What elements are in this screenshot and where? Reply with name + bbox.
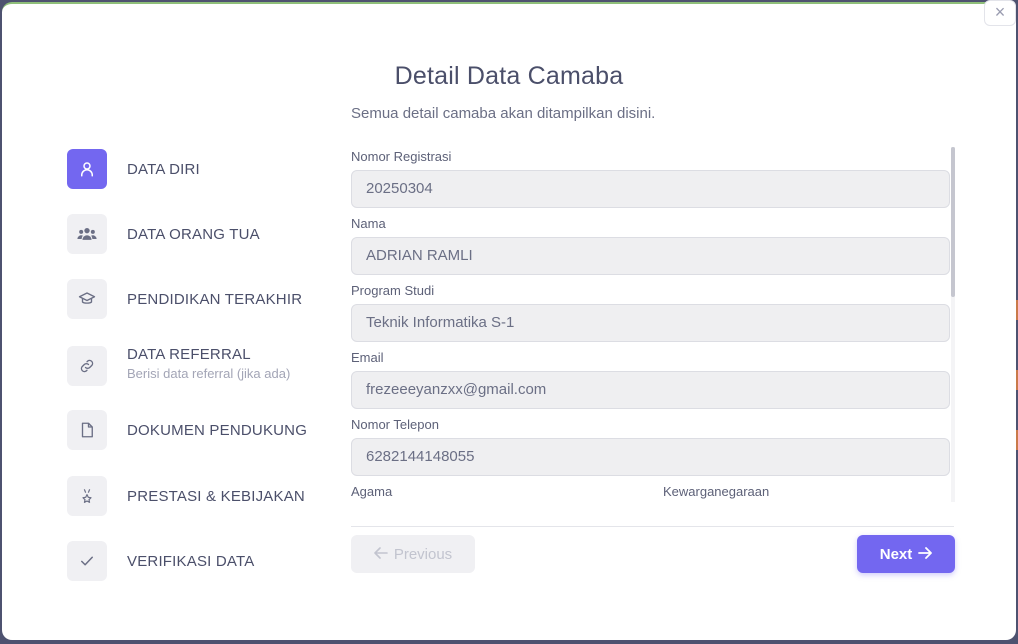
file-icon [67, 410, 107, 450]
link-icon [67, 346, 107, 386]
step-verifikasi-data[interactable]: VERIFIKASI DATA [67, 541, 254, 581]
nomor-telepon-field[interactable]: 6282144148055 [351, 438, 950, 476]
program-studi-label: Program Studi [351, 283, 435, 298]
nomor-registrasi-field[interactable]: 20250304 [351, 170, 950, 208]
close-icon[interactable]: × [984, 0, 1016, 26]
modal-subtitle: Semua detail camaba akan ditampilkan dis… [351, 105, 656, 122]
step-label: DATA DIRI [127, 160, 200, 178]
step-data-diri[interactable]: DATA DIRI [67, 149, 200, 189]
step-label: PRESTASI & KEBIJAKAN [127, 487, 305, 505]
graduation-cap-icon [67, 279, 107, 319]
agama-label: Agama [351, 484, 393, 499]
check-icon [67, 541, 107, 581]
program-studi-field[interactable]: Teknik Informatika S-1 [351, 304, 950, 342]
step-pendidikan-terakhir[interactable]: PENDIDIKAN TERAKHIR [67, 279, 302, 319]
nomor-telepon-label: Nomor Telepon [351, 417, 439, 432]
user-icon [67, 149, 107, 189]
next-button[interactable]: Next [857, 535, 955, 573]
scrollbar-thumb[interactable] [951, 147, 955, 297]
step-data-orang-tua[interactable]: DATA ORANG TUA [67, 214, 260, 254]
email-field[interactable]: frezeeeyanzxx@gmail.com [351, 371, 950, 409]
form-divider [351, 526, 954, 527]
kewarganegaraan-label: Kewarganegaraan [663, 484, 770, 499]
detail-form[interactable]: Nomor Registrasi 20250304 Nama ADRIAN RA… [351, 144, 958, 502]
step-dokumen-pendukung[interactable]: DOKUMEN PENDUKUNG [67, 410, 307, 450]
step-label: DATA ORANG TUA [127, 225, 260, 243]
previous-label: Previous [393, 545, 453, 563]
previous-button[interactable]: Previous [351, 535, 475, 573]
step-prestasi-kebijakan[interactable]: PRESTASI & KEBIJAKAN [67, 476, 305, 516]
nama-field[interactable]: ADRIAN RAMLI [351, 237, 950, 275]
step-label: DATA REFERRAL [127, 345, 251, 363]
email-label: Email [351, 350, 384, 365]
step-sublabel: Berisi data referral (jika ada) [127, 365, 291, 381]
nomor-registrasi-label: Nomor Registrasi [351, 149, 452, 164]
step-label: VERIFIKASI DATA [127, 552, 255, 570]
form-scrollbar[interactable] [951, 147, 955, 502]
step-label: DOKUMEN PENDUKUNG [127, 421, 308, 439]
detail-modal: × Detail Data Camaba Semua detail camaba… [2, 0, 1016, 640]
next-label: Next [879, 545, 913, 563]
nama-label: Nama [351, 216, 386, 231]
step-data-referral[interactable]: DATA REFERRAL Berisi data referral (jika… [67, 346, 290, 386]
arrow-right-icon [918, 546, 933, 563]
modal-title: Detail Data Camaba [394, 62, 624, 90]
arrow-left-icon [374, 546, 388, 563]
step-label: PENDIDIKAN TERAKHIR [127, 290, 303, 308]
users-icon [67, 214, 107, 254]
medal-icon [67, 476, 107, 516]
